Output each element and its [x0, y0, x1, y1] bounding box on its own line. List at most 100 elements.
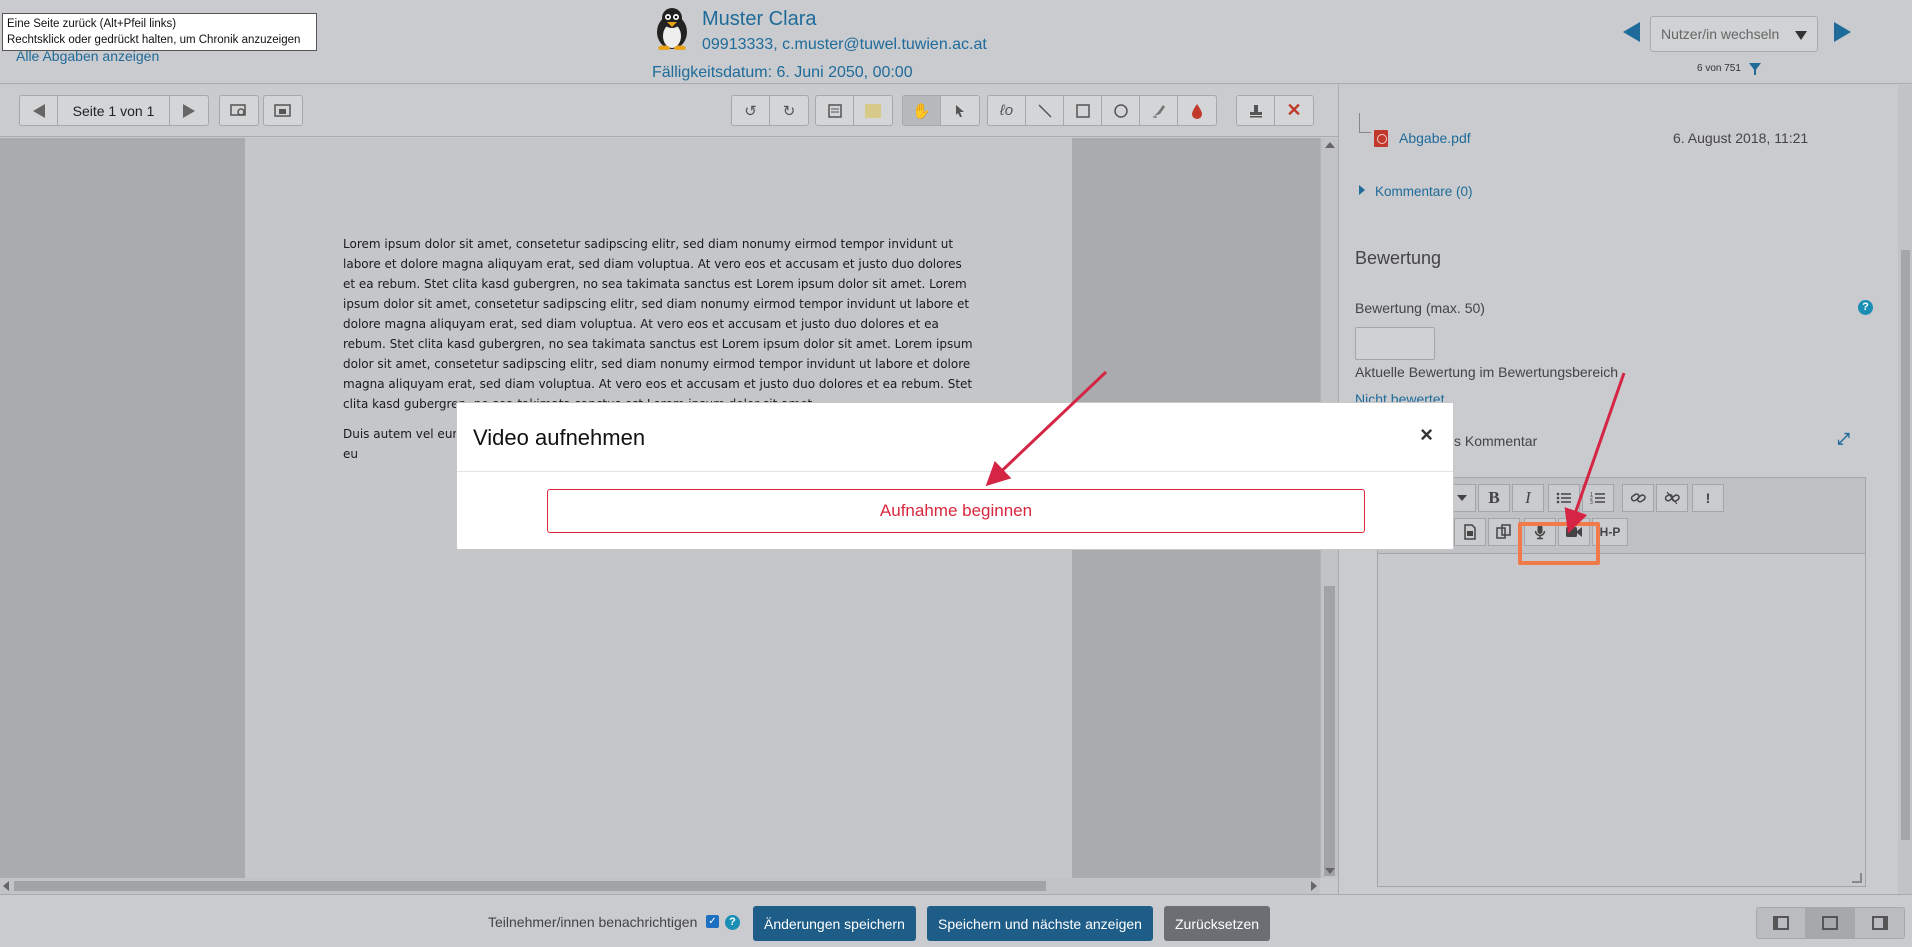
video-record-dialog: Video aufnehmen × Aufnahme beginnen	[456, 402, 1454, 550]
previous-page-button[interactable]	[20, 96, 58, 125]
pan-icon: ✋	[912, 102, 931, 120]
start-recording-button[interactable]: Aufnahme beginnen	[547, 489, 1365, 533]
layout-split-icon	[1822, 916, 1838, 930]
stamp-delete-group: ✕	[1236, 95, 1314, 126]
ordered-list-button[interactable]: 123	[1582, 484, 1614, 512]
horizontal-scrollbar[interactable]	[0, 878, 1320, 894]
next-user-icon[interactable]	[1834, 22, 1851, 42]
rotate-group: ↺ ↻	[731, 95, 809, 126]
manage-files-button[interactable]	[1454, 518, 1486, 546]
scroll-thumb[interactable]	[1324, 586, 1335, 876]
svg-text:3: 3	[1590, 500, 1593, 505]
rotate-left-button[interactable]: ↺	[732, 96, 770, 125]
color-button[interactable]	[1178, 96, 1216, 125]
link-button[interactable]	[1622, 484, 1654, 512]
previous-user-icon[interactable]	[1623, 22, 1640, 42]
caret-right-icon	[1359, 185, 1365, 195]
current-grade-label: Aktuelle Bewertung im Bewertungsbereich	[1355, 364, 1619, 380]
ordered-list-icon: 123	[1590, 492, 1605, 505]
color-icon	[1192, 103, 1202, 119]
dialog-divider	[457, 471, 1453, 472]
scroll-up-icon[interactable]	[1325, 142, 1335, 148]
tooltip-line-2: Rechtsklick oder gedrückt halten, um Chr…	[7, 34, 301, 46]
grade-label: Bewertung (max. 50)	[1355, 300, 1485, 316]
layout-collapse-grading-button[interactable]	[1757, 908, 1806, 938]
avatar	[657, 8, 687, 50]
resize-handle-icon[interactable]	[1852, 873, 1862, 883]
rotate-right-button[interactable]: ↻	[770, 96, 808, 125]
comment-color-button[interactable]	[854, 96, 892, 125]
layout-right-icon	[1871, 916, 1888, 930]
warning-button[interactable]: !	[1692, 484, 1724, 512]
comments-label: Kommentare (0)	[1375, 184, 1473, 199]
paragraph-1: Lorem ipsum dolor sit amet, consetetur s…	[343, 237, 973, 411]
grade-input[interactable]	[1355, 327, 1435, 360]
stamp-icon	[1249, 104, 1262, 117]
search-comments-button[interactable]	[220, 96, 258, 125]
header: Alle Abgaben anzeigen Eine Seite zurück …	[0, 0, 1912, 84]
chevron-down-icon	[1795, 31, 1807, 40]
highlighter-button[interactable]	[1140, 96, 1178, 125]
line-button[interactable]	[1026, 96, 1064, 125]
reset-button[interactable]: Zurücksetzen	[1164, 906, 1271, 941]
expand-comments-button[interactable]	[264, 96, 302, 125]
feedback-comment-label: s Kommentar	[1454, 433, 1538, 449]
delete-icon: ✕	[1286, 100, 1302, 120]
help-icon[interactable]: ?	[1858, 300, 1873, 315]
filter-icon[interactable]	[1749, 63, 1761, 75]
submission-file-link[interactable]: Abgabe.pdf	[1399, 130, 1471, 146]
bold-button[interactable]: B	[1478, 484, 1510, 512]
pen-button[interactable]: ℓo	[988, 96, 1026, 125]
feedback-text-area[interactable]	[1378, 554, 1865, 886]
oval-icon	[1113, 103, 1128, 118]
panel-scroll-thumb[interactable]	[1901, 250, 1910, 840]
help-icon[interactable]: ?	[725, 915, 740, 930]
rectangle-button[interactable]	[1064, 96, 1102, 125]
unordered-list-button[interactable]	[1548, 484, 1580, 512]
layout-default-button[interactable]	[1806, 908, 1855, 938]
select-group: ✋	[902, 95, 980, 126]
rectangle-icon	[1075, 103, 1090, 118]
select-button[interactable]	[941, 96, 979, 125]
dialog-title: Video aufnehmen	[473, 425, 646, 450]
scroll-down-icon[interactable]	[1325, 868, 1335, 874]
notify-students-checkbox[interactable]: ✓	[706, 915, 719, 928]
next-page-button[interactable]	[170, 96, 208, 125]
layout-collapse-review-button[interactable]	[1855, 908, 1904, 938]
comment-button[interactable]	[816, 96, 854, 125]
pan-button[interactable]: ✋	[903, 96, 941, 125]
page-navigation: Seite 1 von 1	[19, 95, 209, 126]
italic-button[interactable]: I	[1512, 484, 1544, 512]
highlight-icon	[865, 103, 881, 118]
panel-scrollbar[interactable]	[1898, 85, 1912, 894]
paste-button[interactable]	[1488, 518, 1520, 546]
close-icon[interactable]: ×	[1420, 422, 1433, 448]
copy-icon	[1496, 524, 1511, 539]
scroll-thumb-horizontal[interactable]	[14, 881, 1046, 891]
scroll-left-icon[interactable]	[3, 881, 9, 891]
user-id-email[interactable]: 09913333, c.muster@tuwel.tuwien.ac.at	[702, 36, 987, 54]
unlink-button[interactable]	[1656, 484, 1688, 512]
stamp-button[interactable]	[1237, 96, 1275, 125]
save-changes-button[interactable]: Änderungen speichern	[753, 906, 916, 941]
highlighter-icon	[1152, 104, 1165, 117]
scroll-right-icon[interactable]	[1311, 881, 1317, 891]
tooltip-line-1: Eine Seite zurück (Alt+Pfeil links)	[7, 18, 177, 30]
highlight-box	[1518, 522, 1600, 565]
browser-tooltip: Eine Seite zurück (Alt+Pfeil links) Rech…	[2, 13, 317, 51]
search-comments-group	[219, 95, 259, 126]
oval-button[interactable]	[1102, 96, 1140, 125]
page-label: Seite 1 von 1	[58, 96, 170, 125]
expand-group	[263, 95, 303, 126]
expand-icon[interactable]: ⤢	[1837, 431, 1850, 449]
link-icon	[1630, 493, 1646, 503]
layout-left-icon	[1773, 916, 1789, 930]
comments-toggle[interactable]: Kommentare (0)	[1359, 184, 1473, 199]
notify-students-label: Teilnehmer/innen benachrichtigen	[488, 914, 698, 930]
unlink-icon	[1664, 491, 1680, 505]
save-and-next-button[interactable]: Speichern und nächste anzeigen	[927, 906, 1153, 941]
rotate-right-icon: ↻	[782, 102, 796, 120]
user-name[interactable]: Muster Clara	[702, 8, 816, 31]
delete-button[interactable]: ✕	[1275, 96, 1313, 125]
user-switch-select[interactable]: Nutzer/in wechseln	[1650, 16, 1818, 52]
